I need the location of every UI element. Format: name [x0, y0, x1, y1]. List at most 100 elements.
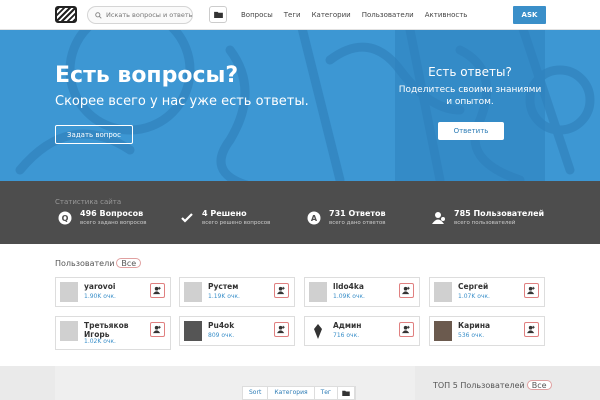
questions-panel	[55, 366, 415, 400]
avatar[interactable]	[434, 321, 452, 341]
stat-caption: всего задано вопросов	[80, 220, 147, 226]
user-name[interactable]: Админ	[333, 321, 361, 330]
stat-caption: всего пользователей	[454, 220, 516, 226]
question-filter-tabs: Sort Категория Тег	[242, 386, 357, 400]
user-card[interactable]: lldo4ka 1.09K очк.	[304, 277, 420, 307]
user-name[interactable]: lldo4ka	[333, 282, 364, 291]
search-input[interactable]	[106, 11, 192, 19]
question-bubble-icon: Q	[58, 211, 72, 225]
follow-user-icon	[527, 286, 535, 295]
tab-folder[interactable]	[338, 387, 356, 399]
top-navbar: Вопросы Теги Категории Пользователи Акти…	[0, 0, 600, 30]
folder-icon	[213, 11, 223, 18]
svg-text:A: A	[311, 214, 318, 223]
follow-button[interactable]	[524, 322, 539, 337]
follow-user-icon	[153, 325, 161, 334]
hero-banner: Есть вопросы? Скорее всего у нас уже ест…	[0, 30, 600, 181]
svg-text:Q: Q	[62, 214, 69, 223]
tab-category[interactable]: Категория	[268, 387, 315, 399]
user-points: 1.07K очк.	[458, 293, 490, 300]
stat-value: 731 Ответов	[329, 209, 386, 218]
follow-button[interactable]	[524, 283, 539, 298]
nav-tags[interactable]: Теги	[284, 11, 301, 19]
search-icon	[95, 11, 102, 19]
users-icon	[432, 212, 445, 224]
avatar[interactable]	[309, 282, 327, 302]
follow-button[interactable]	[399, 322, 414, 337]
user-points: 536 очк.	[458, 332, 485, 339]
avatar[interactable]	[60, 321, 78, 341]
answers-subtitle: Поделитесь своими знаниями и опытом.	[398, 85, 542, 107]
top5-title: ТОП 5 Пользователей	[433, 380, 525, 390]
user-name[interactable]: yarovoi	[84, 282, 115, 291]
user-card[interactable]: Сергей 1.07K очк.	[429, 277, 545, 307]
user-name[interactable]: Сергей	[458, 282, 488, 291]
follow-user-icon	[402, 286, 410, 295]
main-nav: Вопросы Теги Категории Пользователи Акти…	[241, 0, 478, 30]
stats-title: Статистика сайта	[55, 198, 122, 206]
avatar[interactable]	[309, 321, 327, 341]
answers-title: Есть ответы?	[428, 65, 512, 79]
site-stats: Статистика сайта Q 496 Вопросов всего за…	[0, 181, 600, 244]
user-card[interactable]: Pu4ok 809 очк.	[179, 316, 295, 346]
avatar[interactable]	[60, 282, 78, 302]
nav-users[interactable]: Пользователи	[362, 11, 414, 19]
avatar[interactable]	[434, 282, 452, 302]
user-points: 1.02K очк.	[84, 338, 116, 345]
follow-user-icon	[153, 286, 161, 295]
nav-activity[interactable]: Активность	[425, 11, 468, 19]
follow-button[interactable]	[150, 322, 165, 337]
user-points: 716 очк.	[333, 332, 360, 339]
users-all-link[interactable]: Все	[116, 258, 142, 268]
follow-user-icon	[527, 325, 535, 334]
user-name[interactable]: Рустем	[208, 282, 238, 291]
users-section: Пользователи Все yarovoi 1.90K очк. Руст…	[0, 244, 600, 366]
follow-user-icon	[277, 325, 285, 334]
user-name[interactable]: Третьяков Игорь	[84, 321, 146, 339]
answer-button[interactable]: Ответить	[438, 122, 504, 140]
avatar[interactable]	[184, 321, 202, 341]
stat-caption: всего решено вопросов	[202, 220, 271, 226]
top5-users-header: ТОП 5 Пользователей Все	[433, 380, 552, 390]
tab-sort[interactable]: Sort	[243, 387, 269, 399]
ask-button[interactable]: ASK	[513, 6, 546, 24]
user-card[interactable]: yarovoi 1.90K очк.	[55, 277, 171, 307]
nav-questions[interactable]: Вопросы	[241, 11, 273, 19]
stat-value: 785 Пользователей	[454, 209, 545, 218]
hero-title: Есть вопросы?	[55, 63, 239, 88]
follow-user-icon	[277, 286, 285, 295]
user-card[interactable]: Админ 716 очк.	[304, 316, 420, 346]
follow-user-icon	[402, 325, 410, 334]
answer-bubble-icon: A	[307, 211, 321, 225]
site-logo[interactable]	[55, 6, 77, 23]
nav-categories[interactable]: Категории	[312, 11, 351, 19]
folder-icon	[342, 390, 350, 396]
user-points: 1.09K очк.	[333, 293, 365, 300]
users-title: Пользователи	[55, 258, 115, 268]
user-name[interactable]: Pu4ok	[208, 321, 234, 330]
search-box[interactable]	[87, 6, 193, 24]
user-name[interactable]: Карина	[458, 321, 490, 330]
user-card[interactable]: Карина 536 очк.	[429, 316, 545, 346]
tab-tag[interactable]: Тег	[315, 387, 339, 399]
follow-button[interactable]	[274, 283, 289, 298]
user-card[interactable]: Рустем 1.19K очк.	[179, 277, 295, 307]
check-icon	[181, 213, 193, 223]
top5-all-link[interactable]: Все	[526, 380, 552, 390]
avatar[interactable]	[184, 282, 202, 302]
categories-button[interactable]	[209, 6, 227, 23]
stat-value: 4 Решено	[202, 209, 247, 218]
follow-button[interactable]	[274, 322, 289, 337]
users-header: Пользователи Все	[55, 258, 142, 268]
user-points: 1.19K очк.	[208, 293, 240, 300]
user-card[interactable]: Третьяков Игорь 1.02K очк.	[55, 316, 171, 350]
content-area: Sort Категория Тег ТОП 5 Пользователей В…	[0, 366, 600, 400]
ask-question-button[interactable]: Задать вопрос	[55, 125, 133, 144]
follow-button[interactable]	[150, 283, 165, 298]
admin-avatar-icon	[314, 324, 322, 339]
stat-caption: всего дано ответов	[329, 220, 386, 226]
stat-value: 496 Вопросов	[80, 209, 144, 218]
user-points: 809 очк.	[208, 332, 235, 339]
user-points: 1.90K очк.	[84, 293, 116, 300]
follow-button[interactable]	[399, 283, 414, 298]
